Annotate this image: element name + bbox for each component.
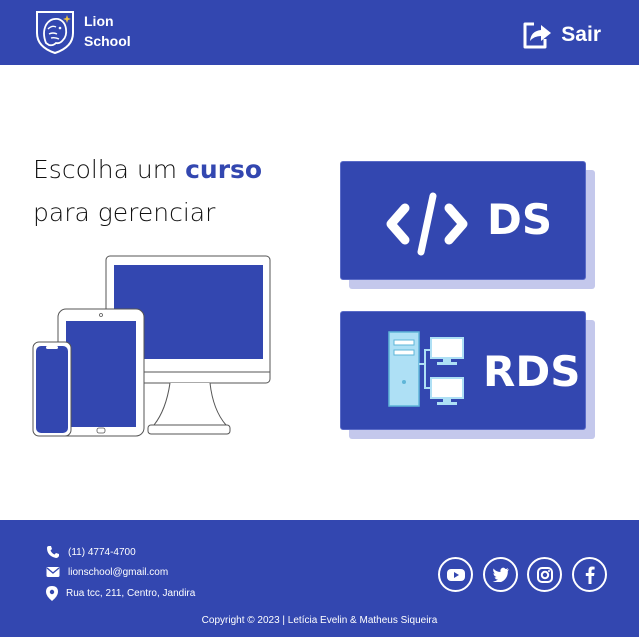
brand-line1: Lion xyxy=(84,13,114,29)
course-label-rds: RDS xyxy=(483,347,581,396)
instagram-icon xyxy=(536,566,553,583)
instagram-link[interactable] xyxy=(527,557,562,592)
code-icon xyxy=(386,192,468,256)
phone-text: (11) 4774-4700 xyxy=(68,546,136,558)
mail-icon xyxy=(46,567,60,577)
header: Lion School Sair xyxy=(0,0,639,65)
hero-title-accent: curso xyxy=(185,155,263,184)
location-pin-icon xyxy=(46,586,58,601)
logout-icon xyxy=(523,22,552,49)
hero-title: Escolha um curso xyxy=(33,155,262,184)
youtube-link[interactable] xyxy=(438,557,473,592)
twitter-icon xyxy=(492,567,509,582)
brand-name: Lion School xyxy=(84,11,131,51)
contact-email: lionschool@gmail.com xyxy=(46,566,168,578)
youtube-icon xyxy=(446,568,465,581)
course-label-ds: DS xyxy=(487,195,553,244)
footer: (11) 4774-4700 lionschool@gmail.com Rua … xyxy=(0,520,639,637)
brand-line2: School xyxy=(84,33,131,49)
hero-subtitle: para gerenciar xyxy=(33,198,216,227)
course-card-ds[interactable]: DS xyxy=(340,161,586,280)
network-icon xyxy=(388,331,464,407)
twitter-link[interactable] xyxy=(483,557,518,592)
facebook-link[interactable] xyxy=(572,557,607,592)
hero-title-prefix: Escolha um xyxy=(33,155,186,184)
logout-button[interactable]: Sair xyxy=(521,20,601,50)
logout-label: Sair xyxy=(561,23,601,46)
course-card-rds[interactable]: RDS xyxy=(340,311,586,430)
contact-address: Rua tcc, 211, Centro, Jandira xyxy=(46,586,195,601)
devices-illustration xyxy=(32,255,271,437)
facebook-icon xyxy=(585,566,595,584)
phone-icon xyxy=(47,546,59,558)
address-text: Rua tcc, 211, Centro, Jandira xyxy=(66,588,196,599)
lion-logo-icon[interactable] xyxy=(34,9,76,55)
contact-phone: (11) 4774-4700 xyxy=(46,545,136,559)
copyright-text: Copyright © 2023 | Letícia Evelin & Math… xyxy=(201,615,438,626)
email-text: lionschool@gmail.com xyxy=(68,566,169,578)
